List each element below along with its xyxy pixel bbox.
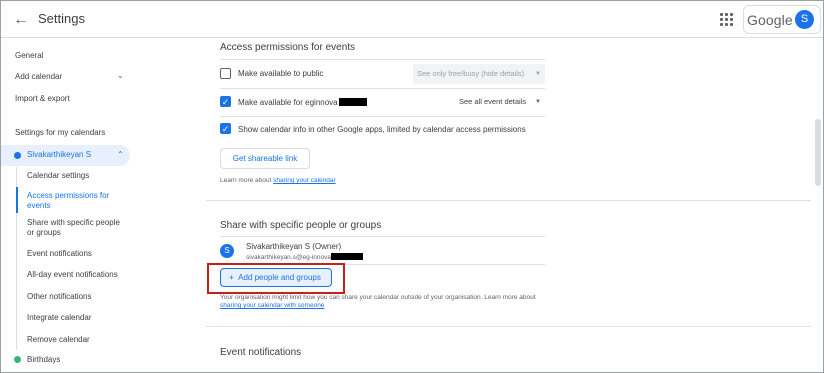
make-available-org-checkbox[interactable]: ✓ bbox=[220, 96, 231, 107]
sidebar-item-access-permissions[interactable]: Access permissions for events bbox=[27, 191, 123, 211]
google-logo: Google bbox=[747, 12, 793, 28]
make-public-checkbox[interactable] bbox=[220, 68, 231, 79]
divider bbox=[220, 116, 545, 117]
org-permission-value: See all event details bbox=[459, 97, 527, 106]
divider bbox=[220, 88, 545, 89]
org-note-link-wrap: sharing your calendar with someone bbox=[220, 302, 324, 309]
scrollbar-thumb[interactable] bbox=[815, 119, 821, 186]
sidebar-item-import-export[interactable]: Import & export bbox=[15, 94, 70, 103]
page-title: Settings bbox=[38, 11, 85, 26]
show-calendar-info-label: Show calendar info in other Google apps,… bbox=[238, 125, 526, 134]
sidebar-item-remove-calendar[interactable]: Remove calendar bbox=[27, 335, 90, 344]
chevron-up-icon[interactable]: ⌃ bbox=[117, 150, 124, 159]
redaction-bar bbox=[331, 253, 364, 260]
show-calendar-info-checkbox[interactable]: ✓ bbox=[220, 123, 231, 134]
sidebar-item-general[interactable]: General bbox=[15, 51, 43, 60]
avatar[interactable]: S bbox=[795, 10, 814, 29]
calendar-color-dot bbox=[14, 152, 21, 159]
divider bbox=[220, 236, 545, 237]
share-specific-heading: Share with specific people or groups bbox=[220, 220, 382, 231]
owner-avatar: S bbox=[220, 244, 234, 258]
sidebar-item-birthdays[interactable]: Birthdays bbox=[27, 355, 60, 364]
section-divider bbox=[206, 200, 811, 201]
birthdays-color-dot bbox=[14, 356, 21, 363]
learn-more-text: Learn more about sharing your calendar bbox=[220, 177, 336, 184]
top-bar: ← Settings Google S bbox=[1, 1, 823, 38]
access-permissions-heading: Access permissions for events bbox=[220, 42, 356, 53]
sidebar-section-title: Settings for my calendars bbox=[15, 128, 106, 137]
settings-window: ← Settings Google S General Add calendar… bbox=[0, 0, 824, 373]
org-permission-select[interactable]: See all event details ▼ bbox=[455, 92, 545, 112]
redaction-bar bbox=[338, 98, 367, 106]
chevron-down-icon[interactable]: ⌄ bbox=[117, 71, 124, 80]
sidebar-item-event-notifications[interactable]: Event notifications bbox=[27, 249, 92, 258]
sidebar-item-all-day-notifications[interactable]: All-day event notifications bbox=[27, 270, 118, 279]
sidebar-active-indicator bbox=[16, 187, 18, 213]
sharing-with-someone-link[interactable]: sharing your calendar with someone bbox=[220, 302, 324, 309]
dropdown-arrow-icon: ▼ bbox=[535, 99, 541, 105]
scrollbar[interactable] bbox=[813, 38, 823, 372]
sidebar-item-other-notifications[interactable]: Other notifications bbox=[27, 292, 91, 301]
make-public-label: Make available to public bbox=[238, 69, 324, 78]
make-available-org-label: Make available for eginnova bbox=[238, 98, 367, 107]
owner-name: Sivakarthikeyan S (Owner) bbox=[246, 242, 342, 251]
section-divider bbox=[206, 326, 811, 327]
account-box[interactable]: Google S bbox=[743, 5, 821, 34]
sidebar-item-share-specific[interactable]: Share with specific people or groups bbox=[27, 218, 125, 238]
sidebar-item-calendar-settings[interactable]: Calendar settings bbox=[27, 171, 89, 180]
sidebar-item-integrate-calendar[interactable]: Integrate calendar bbox=[27, 313, 92, 322]
dropdown-arrow-icon: ▼ bbox=[535, 71, 541, 77]
sharing-calendar-link[interactable]: sharing your calendar bbox=[273, 177, 336, 184]
public-permission-value: See only free/busy (hide details) bbox=[417, 69, 525, 78]
sidebar-item-add-calendar[interactable]: Add calendar bbox=[15, 72, 62, 81]
public-permission-select: See only free/busy (hide details) ▼ bbox=[413, 64, 545, 84]
divider bbox=[220, 59, 545, 60]
highlight-box bbox=[207, 263, 345, 294]
get-shareable-link-button[interactable]: Get shareable link bbox=[220, 148, 310, 169]
org-note-text: Your organisation might limit how you ca… bbox=[220, 294, 536, 301]
sidebar-calendar-name[interactable]: Sivakarthikeyan S bbox=[27, 150, 91, 159]
event-notifications-heading: Event notifications bbox=[220, 347, 302, 358]
owner-email: sivakarthikeyan.s@eg-innova bbox=[246, 253, 364, 261]
apps-grid-icon[interactable] bbox=[717, 10, 737, 30]
back-arrow-icon[interactable]: ← bbox=[11, 10, 31, 30]
